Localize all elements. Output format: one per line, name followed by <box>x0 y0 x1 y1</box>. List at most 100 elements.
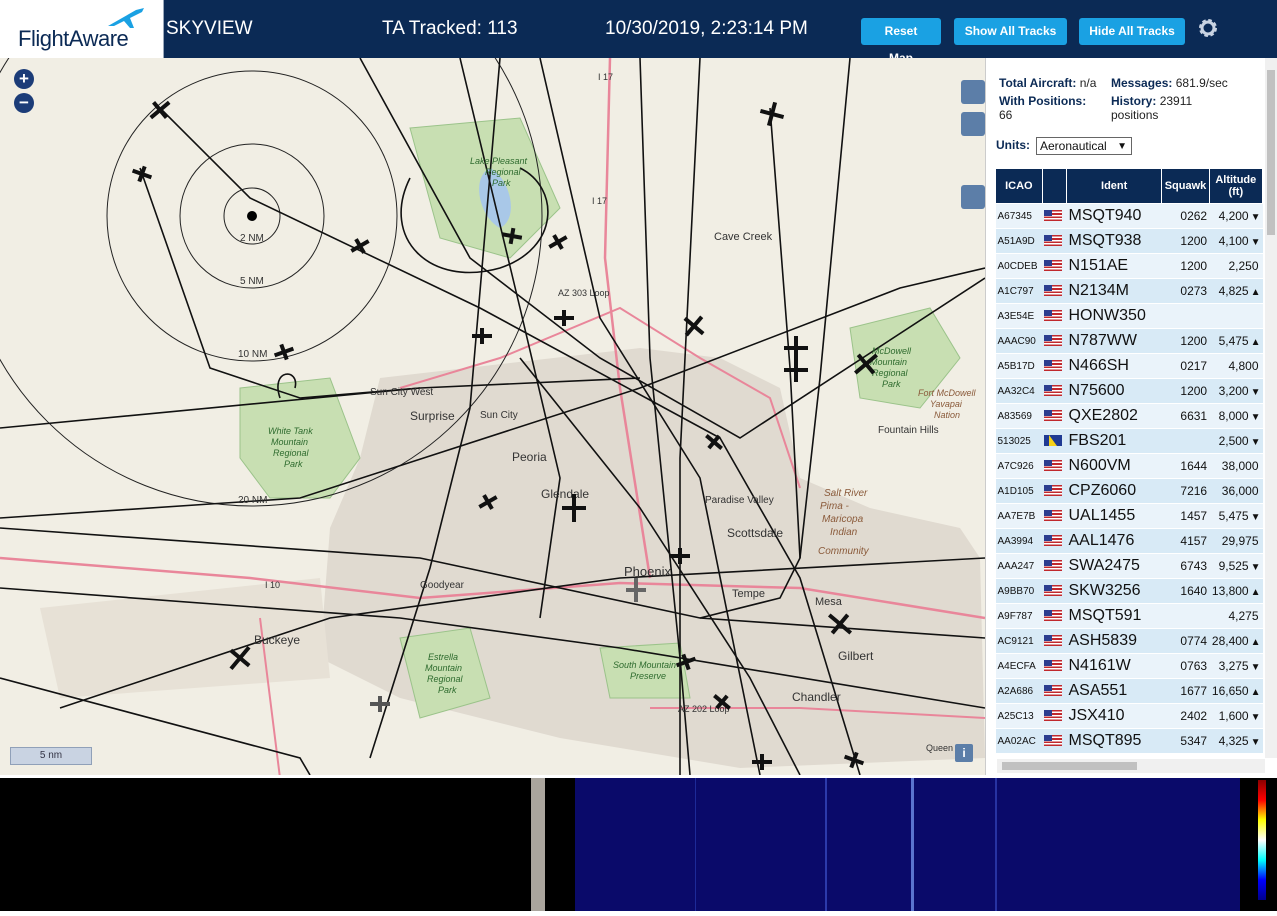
table-row[interactable]: A67345 MSQT940 0262 4,200 ▼ <box>995 203 1263 229</box>
altitude-value: 16,650 <box>1211 684 1249 698</box>
table-row[interactable]: AA3994 AAL1476 4157 29,975 <box>995 528 1263 554</box>
table-row[interactable]: AA32C4 N75600 1200 3,200 ▼ <box>995 378 1263 404</box>
flag-usa-icon <box>1044 335 1063 347</box>
altitude-value: 4,825 <box>1218 284 1249 298</box>
units-select[interactable]: Aeronautical ▼ <box>1036 137 1132 155</box>
zoom-out-button[interactable]: − <box>14 93 34 113</box>
squawk-cell: 1200 <box>1161 378 1210 404</box>
horizontal-scrollbar-thumb[interactable] <box>1002 762 1137 770</box>
table-row[interactable]: A25C13 JSX410 2402 1,600 ▼ <box>995 703 1263 729</box>
ident-cell: N787WW <box>1066 328 1162 354</box>
table-row[interactable]: A9F787 MSQT591 4,275 <box>995 603 1263 629</box>
svg-text:Peoria: Peoria <box>512 450 547 464</box>
altitude-trend-icon: ▼ <box>1250 737 1261 748</box>
table-row[interactable]: A5B17D N466SH 0217 4,800 <box>995 353 1263 379</box>
altitude-cell: 4,100 ▼ <box>1209 228 1263 254</box>
flag-usa-icon <box>1044 485 1063 497</box>
reset-map-button[interactable]: Reset Map <box>861 18 941 65</box>
col-ident[interactable]: Ident <box>1065 168 1163 204</box>
table-row[interactable]: A4ECFA N4161W 0763 3,275 ▼ <box>995 653 1263 679</box>
site-name: SKYVIEW <box>166 18 253 39</box>
icao-cell: A1D105 <box>995 478 1043 504</box>
table-row[interactable]: AAA247 SWA2475 6743 9,525 ▼ <box>995 553 1263 579</box>
svg-text:AZ 303 Loop: AZ 303 Loop <box>558 288 610 298</box>
flag-usa-icon <box>1044 260 1063 272</box>
map-layers-icon[interactable] <box>961 80 985 104</box>
history-label: History: <box>1111 94 1157 108</box>
ident-cell: SKW3256 <box>1066 578 1162 604</box>
grid-icon[interactable] <box>961 112 985 136</box>
table-row[interactable]: A51A9D MSQT938 1200 4,100 ▼ <box>995 228 1263 254</box>
table-row[interactable]: A3E54E HONW350 <box>995 303 1263 329</box>
column-toggle-icon[interactable] <box>961 185 985 209</box>
flag-cell <box>1042 628 1067 654</box>
squawk-cell: 0217 <box>1161 353 1210 379</box>
squawk-cell <box>1161 603 1210 629</box>
altitude-trend-icon: ▲ <box>1250 637 1261 648</box>
table-row[interactable]: A83569 QXE2802 6631 8,000 ▼ <box>995 403 1263 429</box>
svg-text:Sun City: Sun City <box>480 410 518 421</box>
svg-text:Tempe: Tempe <box>732 588 765 600</box>
col-altitude[interactable]: Altitude (ft) <box>1208 168 1264 204</box>
table-row[interactable]: AAAC90 N787WW 1200 5,475 ▲ <box>995 328 1263 354</box>
aircraft-table: ICAO Ident Squawk Altitude (ft) A67345 MS… <box>995 168 1264 754</box>
svg-text:I 17: I 17 <box>598 72 613 82</box>
with-positions-value: 66 <box>999 108 1013 122</box>
ident-cell: AAL1476 <box>1066 528 1162 554</box>
table-row[interactable]: A0CDEB N151AE 1200 2,250 <box>995 253 1263 279</box>
altitude-value: 3,200 <box>1218 384 1249 398</box>
svg-text:5 NM: 5 NM <box>240 276 264 287</box>
col-squawk[interactable]: Squawk <box>1161 168 1210 204</box>
flag-usa-icon <box>1044 535 1063 547</box>
map-view[interactable]: 2 NM 5 NM 10 NM 20 NM Cave Creek Lake Pl… <box>0 58 985 775</box>
vertical-scrollbar-thumb[interactable] <box>1267 70 1275 235</box>
icao-cell: A83569 <box>995 403 1043 429</box>
table-row[interactable]: A1C797 N2134M 0273 4,825 ▲ <box>995 278 1263 304</box>
logo-text: FlightAware <box>18 26 129 51</box>
panel-divider[interactable] <box>531 778 545 911</box>
altitude-cell <box>1209 303 1263 329</box>
flag-cell <box>1042 653 1067 679</box>
altitude-value: 2,500 <box>1218 434 1249 448</box>
info-icon[interactable]: i <box>955 744 973 762</box>
table-row[interactable]: 513025 FBS201 2,500 ▼ <box>995 428 1263 454</box>
table-row[interactable]: A7C926 N600VM 1644 38,000 <box>995 453 1263 479</box>
svg-text:Indian: Indian <box>830 527 858 538</box>
table-row[interactable]: A2A686 ASA551 1677 16,650 ▲ <box>995 678 1263 704</box>
svg-text:I 10: I 10 <box>265 580 280 590</box>
table-row[interactable]: AC9121 ASH5839 0774 28,400 ▲ <box>995 628 1263 654</box>
col-icao[interactable]: ICAO <box>995 168 1043 204</box>
squawk-cell: 0273 <box>1161 278 1210 304</box>
flag-cell <box>1042 478 1067 504</box>
gear-icon[interactable] <box>1196 16 1220 40</box>
svg-text:White Tank: White Tank <box>268 426 313 436</box>
ident-cell: ASH5839 <box>1066 628 1162 654</box>
svg-text:Regional: Regional <box>273 448 310 458</box>
history-value: 23911 <box>1159 94 1193 108</box>
svg-text:AZ 202 Loop: AZ 202 Loop <box>678 704 730 714</box>
ident-cell: MSQT938 <box>1066 228 1162 254</box>
svg-text:Pima -: Pima - <box>820 501 850 512</box>
ident-cell: N75600 <box>1066 378 1162 404</box>
altitude-cell: 4,325 ▼ <box>1209 728 1263 754</box>
flag-cell <box>1042 453 1067 479</box>
altitude-trend-icon: ▲ <box>1250 337 1261 348</box>
show-all-tracks-button[interactable]: Show All Tracks <box>954 18 1067 45</box>
svg-text:Paradise Valley: Paradise Valley <box>705 495 774 506</box>
zoom-in-button[interactable]: + <box>14 69 34 89</box>
flightaware-logo[interactable]: FlightAware <box>0 0 164 58</box>
flag-cell <box>1042 603 1067 629</box>
altitude-value: 28,400 <box>1211 634 1249 648</box>
table-row[interactable]: A1D105 CPZ6060 7216 36,000 <box>995 478 1263 504</box>
col-flag[interactable] <box>1041 168 1068 204</box>
hide-all-tracks-button[interactable]: Hide All Tracks <box>1079 18 1185 45</box>
altitude-value: 38,000 <box>1221 459 1259 473</box>
ident-cell: SWA2475 <box>1066 553 1162 579</box>
table-row[interactable]: AA02AC MSQT895 5347 4,325 ▼ <box>995 728 1263 754</box>
altitude-value: 29,975 <box>1221 534 1259 548</box>
squawk-cell: 1677 <box>1161 678 1210 704</box>
ident-cell: JSX410 <box>1066 703 1162 729</box>
table-row[interactable]: A9BB70 SKW3256 1640 13,800 ▲ <box>995 578 1263 604</box>
table-row[interactable]: AA7E7B UAL1455 1457 5,475 ▼ <box>995 503 1263 529</box>
icao-cell: A0CDEB <box>995 253 1043 279</box>
